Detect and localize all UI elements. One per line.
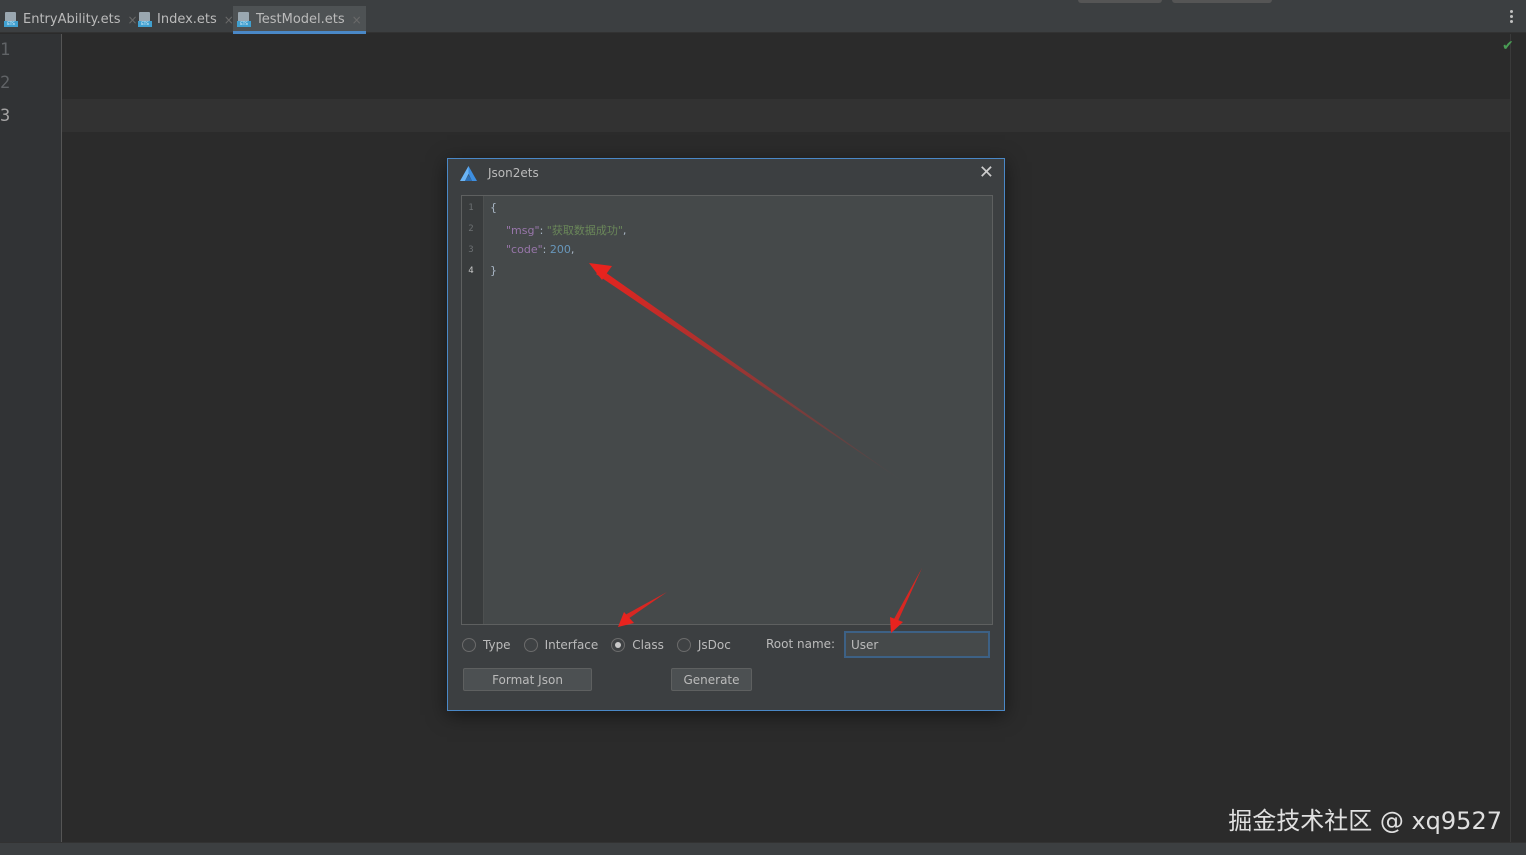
status-bar <box>0 842 1526 855</box>
toolbar-button-edge[interactable] <box>1172 0 1272 3</box>
output-type-radio-group: Type Interface Class JsDoc <box>462 636 744 654</box>
watermark: 掘金技术社区 @ xq9527 <box>1228 807 1502 835</box>
json2ets-dialog: Json2ets ✕ 1 2 3 4 { "msg": "获取数据成功", "c… <box>447 158 1005 711</box>
radio-jsdoc[interactable]: JsDoc <box>676 638 731 652</box>
app-logo-icon <box>460 166 477 181</box>
radio-label: Class <box>632 638 664 652</box>
line-number: 2 <box>468 224 474 234</box>
ets-file-icon: ETS <box>237 12 251 27</box>
radio-type[interactable]: Type <box>462 638 511 652</box>
generate-button[interactable]: Generate <box>671 668 752 691</box>
dialog-title-bar[interactable]: Json2ets ✕ <box>448 159 1004 189</box>
line-number-current: 4 <box>468 266 474 276</box>
root-name-label: Root name: <box>766 637 836 651</box>
toolbar-button-edge[interactable] <box>1078 0 1162 3</box>
tab-label: Index.ets <box>157 12 217 27</box>
line-number: 2 <box>0 73 11 93</box>
json-line: "code": 200, <box>506 243 575 256</box>
radio-circle[interactable] <box>523 638 538 652</box>
radio-label: JsDoc <box>697 638 731 652</box>
close-icon[interactable]: × <box>352 13 362 27</box>
line-number-gutter: 1 2 3 <box>0 34 62 842</box>
radio-circle[interactable] <box>462 638 476 652</box>
check-icon: ✔ <box>1502 38 1514 54</box>
radio-label: Type <box>483 638 511 652</box>
format-json-button[interactable]: Format Json <box>463 668 592 691</box>
editor-tab-bar: ETS EntryAbility.ets × ETS Index.ets × E… <box>0 0 1526 34</box>
close-icon[interactable]: ✕ <box>979 163 994 183</box>
tab-entryability[interactable]: ETS EntryAbility.ets × <box>0 6 142 33</box>
radio-class[interactable]: Class <box>611 638 664 652</box>
line-number-current: 3 <box>0 106 11 126</box>
root-name-input[interactable] <box>844 631 990 658</box>
line-number: 1 <box>468 203 474 213</box>
radio-label: Interface <box>544 638 599 652</box>
json-line: { <box>490 201 497 214</box>
radio-interface[interactable]: Interface <box>523 638 599 652</box>
dialog-title: Json2ets <box>488 166 539 180</box>
ets-file-icon: ETS <box>4 12 18 27</box>
current-line-highlight <box>62 99 1510 132</box>
more-options-icon[interactable] <box>1510 10 1514 25</box>
tab-index[interactable]: ETS Index.ets × <box>134 6 238 33</box>
tab-label: EntryAbility.ets <box>23 12 121 27</box>
line-number: 3 <box>468 245 474 255</box>
ets-file-icon: ETS <box>138 12 152 27</box>
tab-label: TestModel.ets <box>256 12 345 27</box>
tab-testmodel[interactable]: ETS TestModel.ets × <box>233 6 366 34</box>
radio-circle[interactable] <box>676 638 691 652</box>
editor-scrollbar[interactable] <box>1510 34 1526 842</box>
json-line: "msg": "获取数据成功", <box>506 224 627 237</box>
json-input-editor[interactable]: 1 2 3 4 { "msg": "获取数据成功", "code": 200, … <box>461 195 993 625</box>
radio-circle-selected[interactable] <box>611 638 626 652</box>
json-editor-gutter: 1 2 3 4 <box>462 196 484 624</box>
line-number: 1 <box>0 40 11 60</box>
json-line: } <box>490 264 497 277</box>
